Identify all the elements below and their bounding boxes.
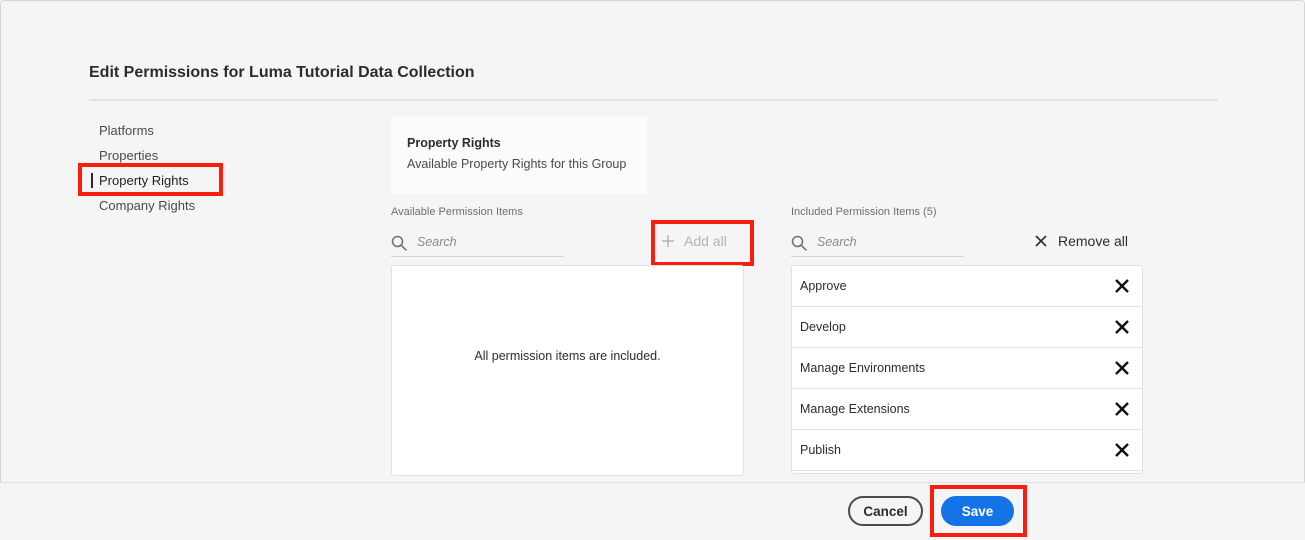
sidebar-item-company-rights[interactable]: Company Rights — [89, 193, 229, 218]
sidebar-item-label: Properties — [99, 148, 159, 163]
empty-state-message: All permission items are included. — [474, 349, 661, 363]
list-item: Publish — [792, 430, 1142, 471]
highlight-box-property-rights — [78, 163, 223, 196]
available-items-panel: All permission items are included. — [391, 265, 744, 476]
sidebar-item-label: Platforms — [99, 123, 154, 138]
remove-all-label: Remove all — [1058, 233, 1129, 249]
available-items-label: Available Permission Items — [391, 206, 523, 218]
close-icon — [1035, 235, 1047, 247]
available-search-input[interactable] — [415, 231, 559, 253]
cancel-button[interactable]: Cancel — [848, 496, 923, 526]
sidebar-item-platforms[interactable]: Platforms — [89, 118, 229, 143]
remove-item-icon[interactable] — [1114, 401, 1130, 417]
list-item: Approve — [792, 266, 1142, 307]
highlight-box-save — [930, 485, 1027, 537]
dialog-title: Edit Permissions for Luma Tutorial Data … — [89, 64, 475, 81]
search-icon — [391, 235, 407, 251]
group-card-subtitle: Available Property Rights for this Group — [407, 157, 627, 171]
group-card-title: Property Rights — [407, 136, 501, 150]
permission-item-label: Develop — [800, 320, 846, 334]
permission-item-label: Manage Environments — [800, 361, 926, 375]
list-item: Develop — [792, 307, 1142, 348]
permission-item-label: Approve — [800, 279, 847, 293]
included-items-panel: Approve Develop Manage Environments Mana… — [791, 265, 1143, 474]
included-search-input[interactable] — [815, 231, 959, 253]
search-icon — [791, 235, 807, 251]
highlight-box-add-all — [651, 220, 754, 266]
list-item: Manage Extensions — [792, 389, 1142, 430]
remove-item-icon[interactable] — [1114, 442, 1130, 458]
permission-item-label: Manage Extensions — [800, 402, 910, 416]
remove-item-icon[interactable] — [1114, 360, 1130, 376]
remove-item-icon[interactable] — [1114, 278, 1130, 294]
included-search — [791, 227, 963, 257]
dialog-footer — [0, 482, 1305, 540]
list-item: Manage Environments — [792, 348, 1142, 389]
title-divider — [89, 99, 1218, 101]
available-search — [391, 227, 563, 257]
sidebar-item-label: Company Rights — [99, 198, 196, 213]
remove-item-icon[interactable] — [1114, 319, 1130, 335]
permission-item-label: Publish — [800, 443, 841, 457]
included-items-label: Included Permission Items (5) — [791, 206, 937, 218]
group-card: Property Rights Available Property Right… — [391, 117, 647, 194]
remove-all-button[interactable]: Remove all — [1034, 229, 1128, 253]
